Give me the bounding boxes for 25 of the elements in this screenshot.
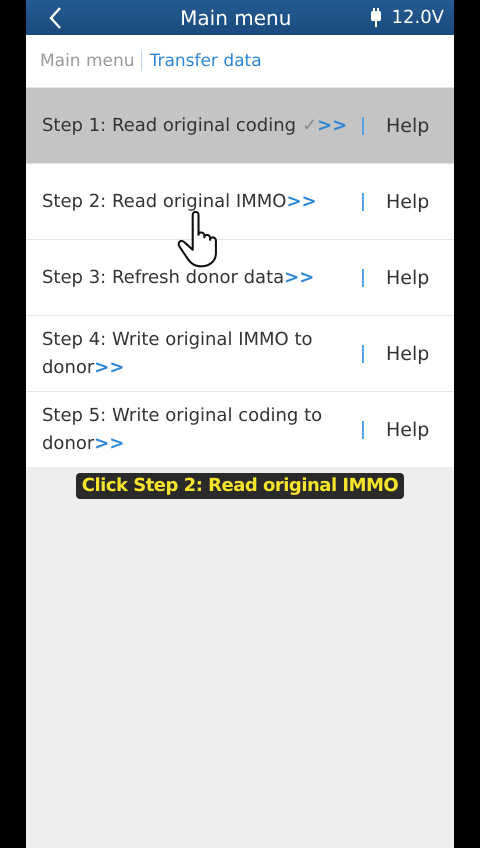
help-link[interactable]: Help <box>362 268 430 286</box>
voltage-reading: 12.0V <box>392 7 444 28</box>
help-link[interactable]: Help <box>362 116 430 134</box>
step-label: Step 1: Read original coding ✓>> <box>42 114 348 138</box>
step-row[interactable]: Step 4: Write original IMMO to donor>> Help <box>26 315 454 391</box>
step-row[interactable]: Step 2: Read original IMMO>> Help <box>26 163 454 239</box>
step-row[interactable]: Step 5: Write original coding to donor>> Help <box>26 391 454 467</box>
step-row[interactable]: Step 1: Read original coding ✓>> Help <box>26 87 454 163</box>
step-label: Step 2: Read original IMMO>> <box>42 190 318 214</box>
step-link[interactable]: >> <box>94 356 124 378</box>
step-row[interactable]: Step 3: Refresh donor data>> Help <box>26 239 454 315</box>
screen-title: Main menu <box>179 6 292 30</box>
step-link[interactable]: >> <box>94 432 124 454</box>
step-label: Step 4: Write original IMMO to donor>> <box>42 328 314 380</box>
step-link[interactable]: >> <box>284 266 314 288</box>
help-link[interactable]: Help <box>362 344 430 362</box>
step-label: Step 3: Refresh donor data>> <box>42 266 316 290</box>
breadcrumb-item[interactable]: Transfer data <box>140 51 262 71</box>
plug-icon <box>370 8 382 28</box>
step-link[interactable]: >> <box>286 190 317 212</box>
step-label: Step 5: Write original coding to donor>> <box>42 404 324 456</box>
caption-text: Click Step 2: Read original IMMO <box>76 473 404 499</box>
help-link[interactable]: Help <box>362 420 430 438</box>
help-link[interactable]: Help <box>362 192 430 210</box>
back-icon[interactable] <box>48 6 62 30</box>
